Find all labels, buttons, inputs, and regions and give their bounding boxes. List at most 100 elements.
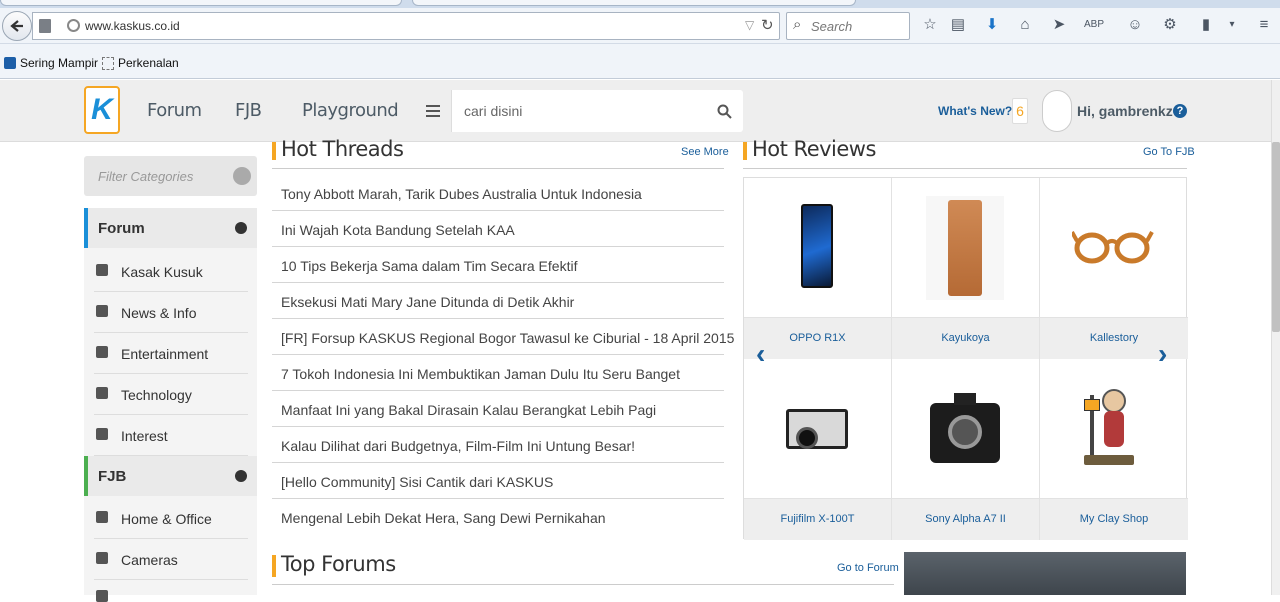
- category-accent: [84, 208, 88, 248]
- url-bar[interactable]: www.kaskus.co.id ▽ ↻: [32, 12, 780, 40]
- sidebar-item-technology[interactable]: Technology: [94, 374, 248, 415]
- sidebar-item-interest[interactable]: Interest: [94, 415, 248, 456]
- chevron-down-icon[interactable]: [235, 470, 247, 482]
- product-card[interactable]: [892, 178, 1040, 318]
- back-button[interactable]: [2, 11, 32, 41]
- product-name[interactable]: OPPO R1X: [744, 318, 892, 359]
- thread-title[interactable]: Tony Abbott Marah, Tarik Dubes Australia…: [281, 186, 642, 202]
- thread-item[interactable]: Manfaat Ini yang Bakal Dirasain Kalau Be…: [272, 391, 724, 427]
- product-name[interactable]: Sony Alpha A7 II: [892, 499, 1040, 540]
- extension-icon[interactable]: ⚙: [1160, 14, 1180, 34]
- bookmark-item[interactable]: Sering Mampir: [4, 56, 98, 70]
- camera-sensor-image: [948, 415, 982, 449]
- thread-item[interactable]: Ini Wajah Kota Bandung Setelah KAA: [272, 211, 724, 247]
- chat-icon[interactable]: ☺: [1125, 14, 1145, 34]
- notification-badge[interactable]: 6: [1012, 98, 1028, 124]
- sidebar-item-kasak-kusuk[interactable]: Kasak Kusuk: [94, 251, 248, 292]
- go-to-forum-link[interactable]: Go to Forum: [837, 562, 899, 574]
- product-card[interactable]: [744, 359, 892, 499]
- bookmark-star-icon[interactable]: ☆: [920, 14, 940, 34]
- top-forums-title: Top Forums: [281, 552, 396, 576]
- category-forum[interactable]: Forum: [84, 208, 257, 248]
- thread-item[interactable]: Mengenal Lebih Dekat Hera, Sang Dewi Per…: [272, 499, 724, 535]
- browser-tab[interactable]: [412, 0, 856, 6]
- thread-title[interactable]: Mengenal Lebih Dekat Hera, Sang Dewi Per…: [281, 510, 606, 526]
- carousel-prev-icon[interactable]: ‹: [756, 338, 765, 370]
- nav-fjb[interactable]: FJB: [235, 100, 262, 121]
- product-name[interactable]: Fujifilm X-100T: [744, 499, 892, 540]
- sidebar-item-home-office[interactable]: Home & Office: [94, 498, 248, 539]
- product-card[interactable]: [892, 359, 1040, 499]
- eye-icon[interactable]: [233, 167, 251, 185]
- section-accent: [272, 555, 276, 577]
- camera-lens-image: [796, 427, 818, 449]
- menu-icon[interactable]: ≡: [1254, 14, 1274, 34]
- thread-title[interactable]: 7 Tokoh Indonesia Ini Membuktikan Jaman …: [281, 366, 680, 382]
- home-icon: [96, 511, 108, 523]
- home-icon[interactable]: ⌂: [1015, 14, 1035, 34]
- thread-item[interactable]: Kalau Dilihat dari Budgetnya, Film-Film …: [272, 427, 724, 463]
- scrollbar-thumb[interactable]: [1272, 142, 1280, 332]
- filter-categories-input[interactable]: Filter Categories: [84, 156, 257, 196]
- search-icon[interactable]: [717, 104, 732, 119]
- overflow-chevron-icon[interactable]: ▾: [1222, 14, 1242, 34]
- kaskus-logo[interactable]: K: [84, 86, 120, 134]
- thread-title[interactable]: Kalau Dilihat dari Budgetnya, Film-Film …: [281, 438, 635, 454]
- sidebar-item-news-info[interactable]: News & Info: [94, 292, 248, 333]
- browser-tab[interactable]: [0, 0, 402, 6]
- avatar[interactable]: [1042, 90, 1072, 132]
- thread-title[interactable]: Manfaat Ini yang Bakal Dirasain Kalau Be…: [281, 402, 656, 418]
- thread-item[interactable]: 10 Tips Bekerja Sama dalam Tim Secara Ef…: [272, 247, 724, 283]
- go-to-fjb-link[interactable]: Go To FJB: [1143, 146, 1195, 158]
- wooden-case-image: [948, 200, 982, 296]
- product-card[interactable]: [1040, 359, 1188, 499]
- bookmarks-list-icon[interactable]: ▤: [948, 14, 968, 34]
- nav-playground[interactable]: Playground: [302, 100, 399, 121]
- thread-item[interactable]: [Hello Community] Sisi Cantik dari KASKU…: [272, 463, 724, 499]
- category-menu-icon[interactable]: [414, 90, 452, 132]
- browser-search-input[interactable]: ⌕ Search: [786, 12, 910, 40]
- see-more-link[interactable]: See More: [681, 146, 729, 158]
- product-name[interactable]: Kayukoya: [892, 318, 1040, 359]
- camera-viewfinder-image: [954, 393, 976, 405]
- hot-threads-title: Hot Threads: [281, 137, 404, 161]
- dropdown-icon[interactable]: ▽: [745, 18, 754, 32]
- bookmark-item[interactable]: Perkenalan: [102, 56, 179, 70]
- thread-title[interactable]: [FR] Forsup KASKUS Regional Bogor Tawasu…: [281, 330, 734, 346]
- device-icon[interactable]: ▮: [1196, 14, 1216, 34]
- sidebar-item-cameras[interactable]: Cameras: [94, 539, 248, 580]
- thread-title[interactable]: Eksekusi Mati Mary Jane Ditunda di Detik…: [281, 294, 574, 310]
- category-icon: [96, 590, 108, 602]
- chat-icon: [96, 264, 108, 276]
- sidebar-item-partial[interactable]: [94, 580, 248, 602]
- sidebar-item-entertainment[interactable]: Entertainment: [94, 333, 248, 374]
- thread-item[interactable]: Tony Abbott Marah, Tarik Dubes Australia…: [272, 175, 724, 211]
- product-name[interactable]: My Clay Shop: [1040, 499, 1188, 540]
- product-card[interactable]: [744, 178, 892, 318]
- whats-new-link[interactable]: What's New?: [938, 104, 1012, 118]
- site-search-input[interactable]: cari disini: [464, 103, 522, 119]
- site-search[interactable]: cari disini: [414, 90, 743, 132]
- figurine-head-image: [1102, 389, 1126, 413]
- send-icon[interactable]: ➤: [1049, 14, 1069, 34]
- thread-item[interactable]: [FR] Forsup KASKUS Regional Bogor Tawasu…: [272, 319, 734, 355]
- product-card[interactable]: [1040, 178, 1188, 318]
- reload-icon[interactable]: ↻: [761, 16, 774, 34]
- banner-image[interactable]: [904, 552, 1186, 595]
- thread-title[interactable]: Ini Wajah Kota Bandung Setelah KAA: [281, 222, 515, 238]
- download-icon[interactable]: ⬇: [982, 14, 1002, 34]
- thread-title[interactable]: [Hello Community] Sisi Cantik dari KASKU…: [281, 474, 553, 490]
- chevron-down-icon[interactable]: [235, 222, 247, 234]
- adblock-icon[interactable]: ABP: [1084, 14, 1104, 34]
- category-fjb[interactable]: FJB: [84, 456, 257, 496]
- divider: [272, 168, 724, 169]
- nav-forum[interactable]: Forum: [147, 100, 202, 121]
- globe-icon: [67, 19, 80, 32]
- thread-title[interactable]: 10 Tips Bekerja Sama dalam Tim Secara Ef…: [281, 258, 577, 274]
- user-greeting[interactable]: Hi, gambrenkz: [1077, 103, 1173, 119]
- help-icon[interactable]: ?: [1173, 104, 1187, 118]
- thread-item[interactable]: 7 Tokoh Indonesia Ini Membuktikan Jaman …: [272, 355, 724, 391]
- thread-item[interactable]: Eksekusi Mati Mary Jane Ditunda di Detik…: [272, 283, 724, 319]
- tv-icon: [96, 346, 108, 358]
- carousel-next-icon[interactable]: ›: [1158, 338, 1167, 370]
